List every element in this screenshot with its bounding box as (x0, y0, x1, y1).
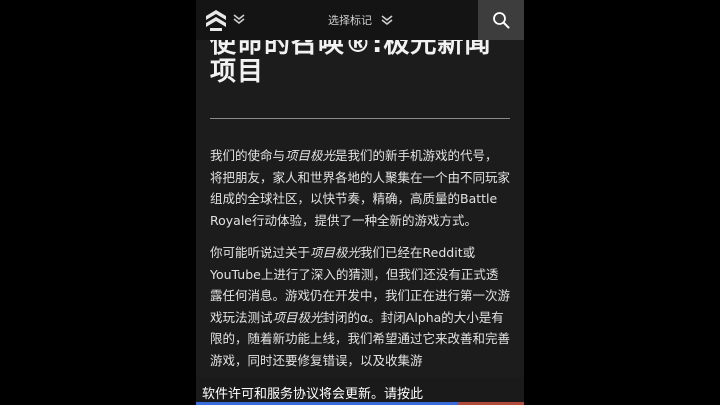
site-logo-icon[interactable] (204, 8, 228, 32)
project-aurora-emphasis: 项目极光 (285, 148, 336, 163)
chevron-down-icon[interactable] (232, 12, 246, 26)
article-paragraph-2: 你可能听说过关于项目极光我们已经在Reddit或YouTube上进行了深入的猜测… (210, 245, 511, 368)
tag-select-dropdown[interactable]: 选择标记 (328, 10, 394, 30)
phone-viewport: 选择标记 使命的召唤®:极光新闻 项目 我们的使命与项目极光是我们的新手机游戏的… (196, 0, 524, 405)
chevron-down-icon (381, 15, 393, 26)
article-title-line2: 项目 (210, 57, 265, 87)
article-content: 使命的召唤®:极光新闻 项目 我们的使命与项目极光是我们的新手机游戏的代号，将把… (210, 30, 510, 371)
license-update-banner[interactable]: 软件许可和服务协议将会更新。请按此 (196, 377, 524, 405)
tag-select-label: 选择标记 (328, 14, 372, 27)
project-aurora-emphasis: 项目极光 (310, 245, 361, 260)
project-aurora-emphasis: 项目极光 (272, 309, 323, 325)
title-divider (210, 118, 510, 119)
search-icon (493, 12, 510, 29)
search-button[interactable] (478, 0, 524, 40)
banner-text[interactable]: 软件许可和服务协议将会更新。请按此 (202, 383, 423, 402)
article-paragraph-1: 我们的使命与项目极光是我们的新手机游戏的代号，将把朋友，家人和世界各地的人聚集在… (210, 148, 511, 228)
top-navigation-bar: 选择标记 (196, 0, 524, 40)
